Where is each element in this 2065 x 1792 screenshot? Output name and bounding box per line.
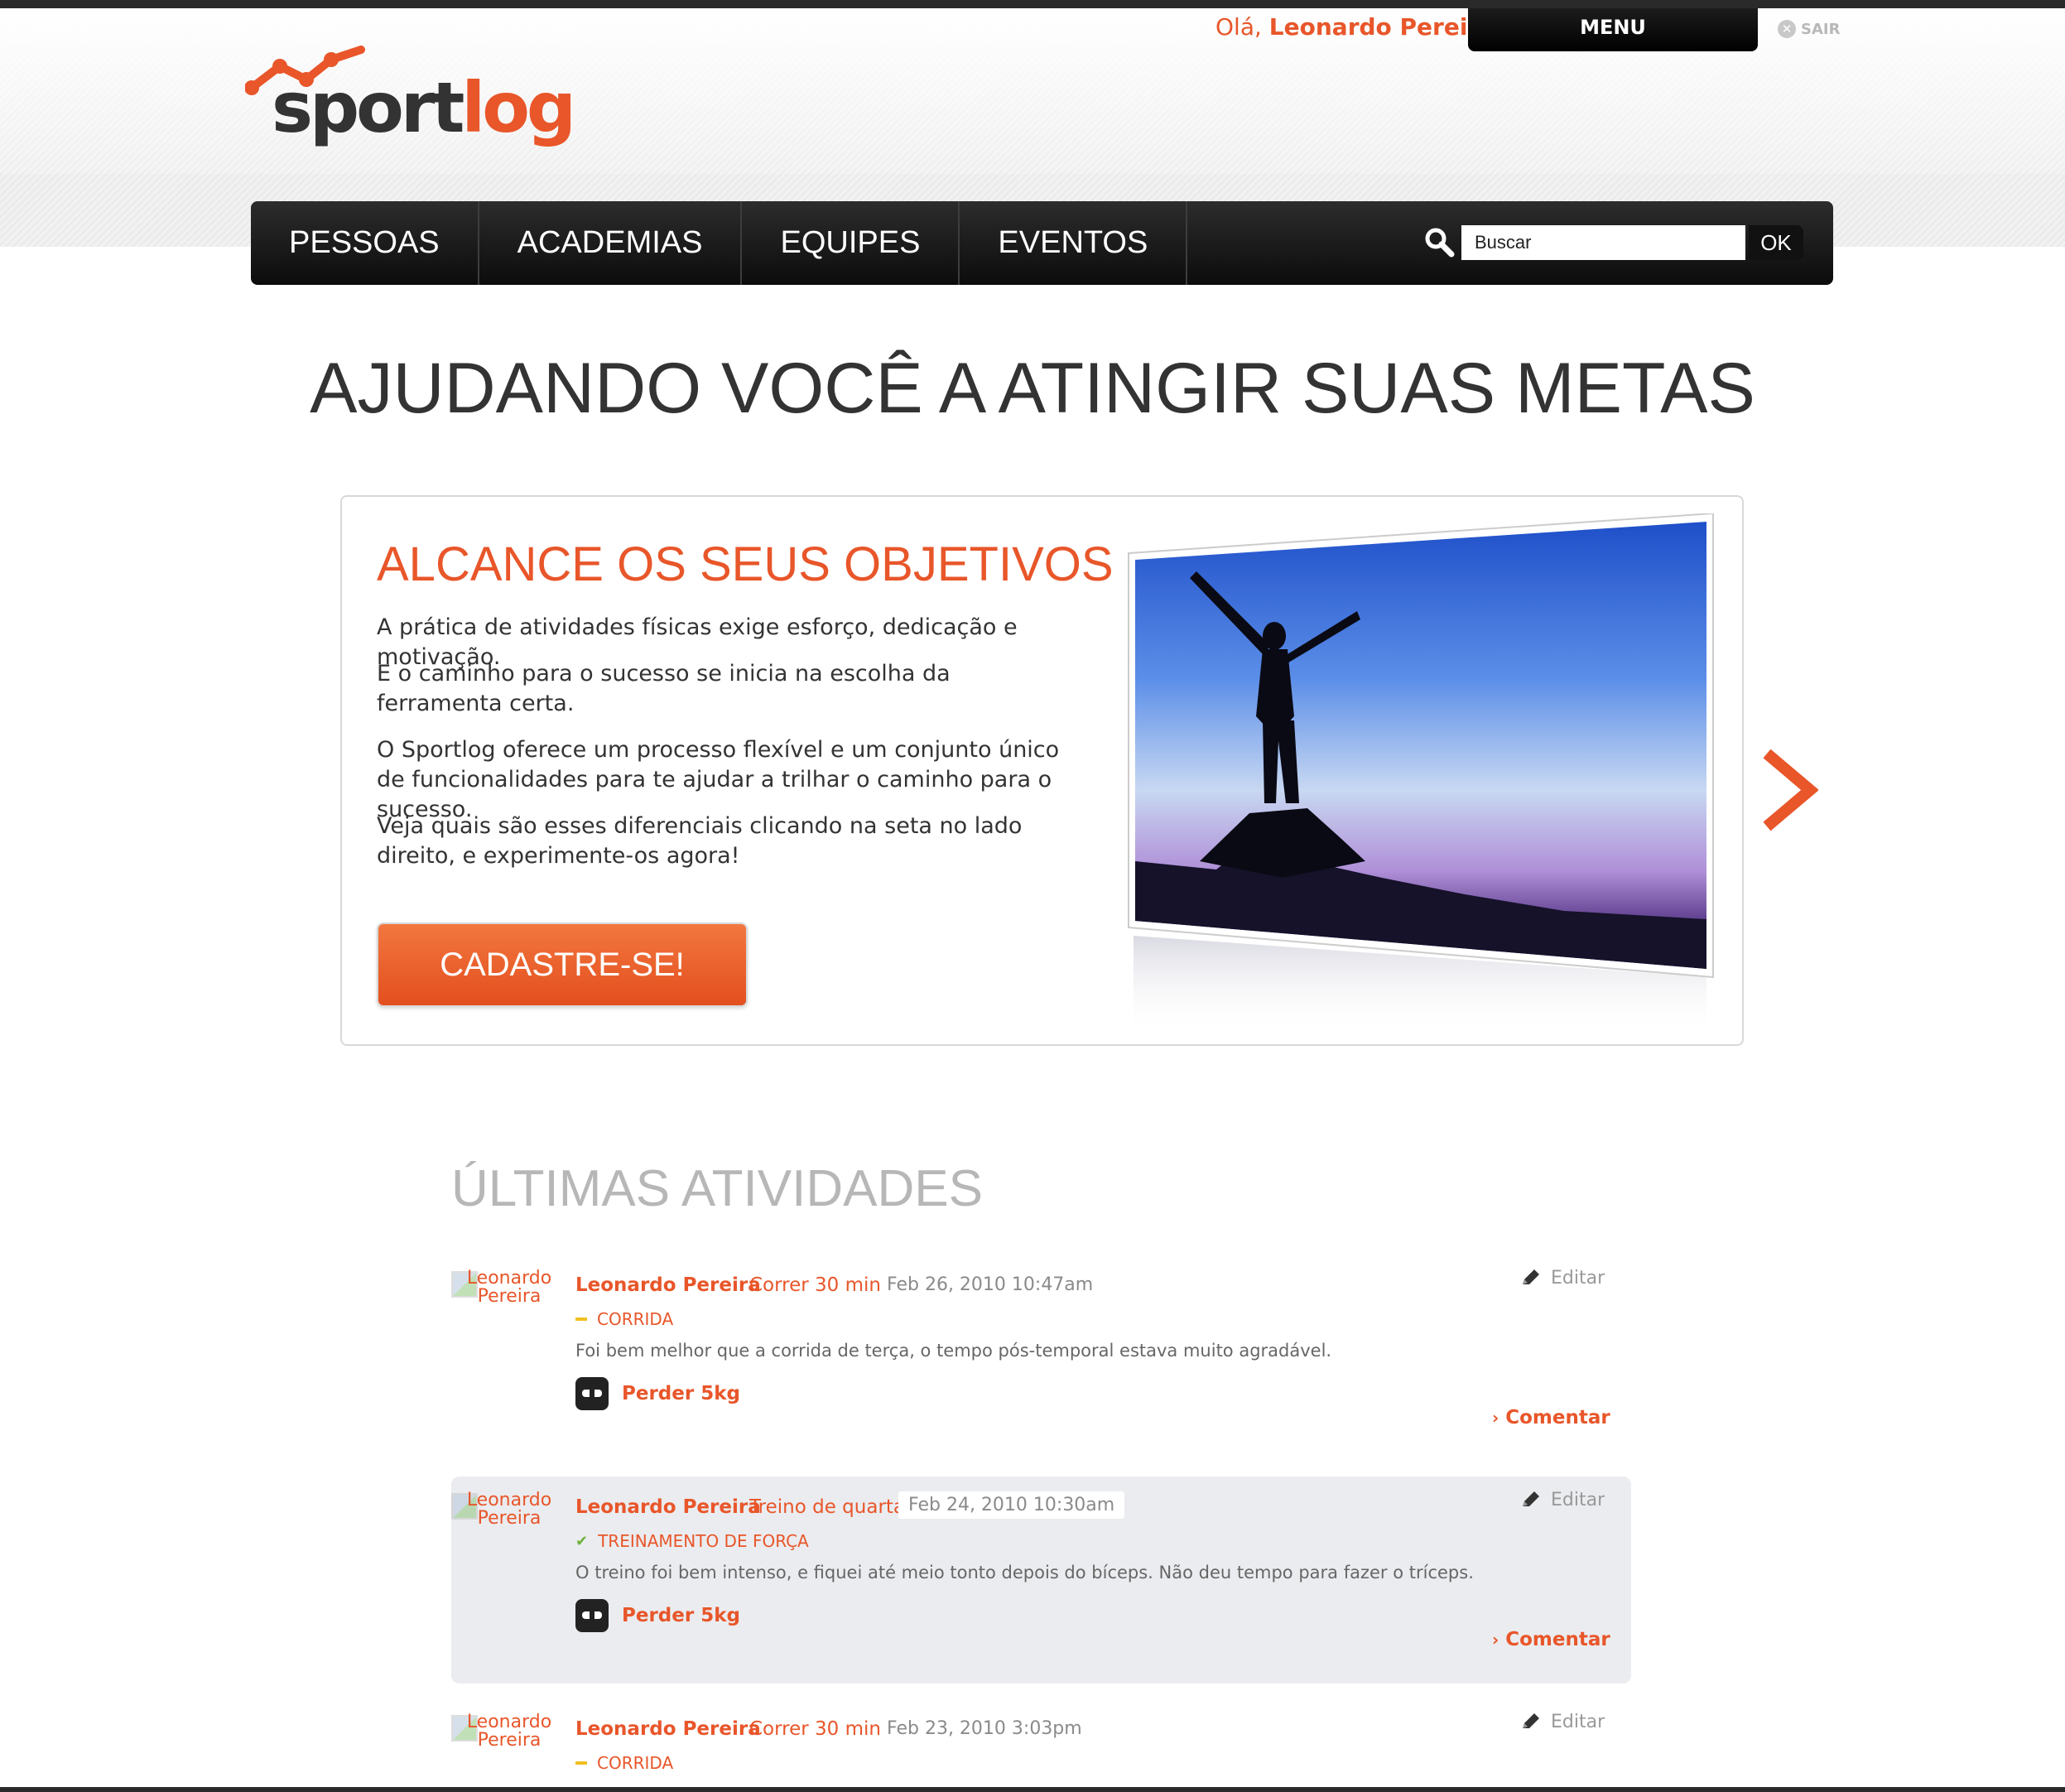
activity-title[interactable]: Correr 30 min xyxy=(749,1718,881,1740)
activity-item: Leonardo Pereira Leonardo Pereira Correr… xyxy=(451,1698,1631,1787)
menu-button[interactable]: MENU xyxy=(1468,8,1758,51)
page-headline: AJUDANDO VOCÊ A ATINGIR SUAS METAS xyxy=(310,349,1755,428)
nav-item-eventos[interactable]: EVENTOS xyxy=(960,201,1188,285)
nav-item-academias[interactable]: ACADEMIAS xyxy=(479,201,743,285)
activity-author[interactable]: Leonardo Pereira xyxy=(575,1496,761,1518)
hero-photo xyxy=(1128,513,1714,1035)
sportlog-logo[interactable]: sportlog xyxy=(245,41,576,157)
promo-paragraph: Veja quais são esses diferenciais clican… xyxy=(377,813,1023,869)
close-icon: ✕ xyxy=(1778,20,1796,38)
user-greeting: Olá, Leonardo Pereira xyxy=(1215,13,1495,41)
comment-label: Comentar xyxy=(1505,1407,1610,1428)
goal-label: Perder 5kg xyxy=(622,1605,740,1626)
activity-item: Leonardo Pereira Leonardo Pereira Correr… xyxy=(451,1255,1631,1462)
avatar-alt-text[interactable]: Leonardo Pereira xyxy=(451,1713,567,1755)
nav-item-equipes[interactable]: EQUIPES xyxy=(742,201,960,285)
activity-title[interactable]: Treino de quarta xyxy=(749,1496,905,1518)
promo-title: ALCANCE OS SEUS OBJETIVOS xyxy=(377,537,1114,591)
menu-label: MENU xyxy=(1580,16,1646,39)
activity-author[interactable]: Leonardo Pereira xyxy=(575,1718,761,1740)
avatar-alt-text[interactable]: Leonardo Pereira xyxy=(451,1491,567,1533)
logo-sport: sport xyxy=(272,67,465,148)
goal-icon xyxy=(575,1599,609,1632)
dash-icon xyxy=(575,1761,587,1765)
search-icon xyxy=(1425,228,1455,258)
bottom-border xyxy=(0,1787,2065,1792)
signup-button[interactable]: CADASTRE-SE! xyxy=(377,922,748,1007)
edit-label: Editar xyxy=(1551,1489,1605,1510)
pencil-icon xyxy=(1523,1491,1539,1506)
activity-item: Leonardo Pereira Leonardo Pereira Treino… xyxy=(451,1476,1631,1684)
pencil-icon xyxy=(1523,1713,1539,1728)
edit-label: Editar xyxy=(1551,1711,1605,1732)
avatar-alt-text[interactable]: Leonardo Pereira xyxy=(451,1269,567,1311)
search-input[interactable] xyxy=(1461,225,1745,260)
comment-label: Comentar xyxy=(1505,1629,1610,1650)
greeting-prefix: Olá, xyxy=(1215,13,1262,41)
activity-category: CORRIDA xyxy=(575,1753,673,1773)
goal-icon xyxy=(575,1377,609,1410)
top-border xyxy=(0,0,2065,8)
goal-link[interactable]: Perder 5kg xyxy=(575,1377,740,1410)
activity-author[interactable]: Leonardo Pereira xyxy=(575,1274,761,1296)
next-arrow-icon[interactable] xyxy=(1759,749,1818,831)
category-label: CORRIDA xyxy=(597,1753,674,1773)
user-name-link[interactable]: Leonardo Pereira xyxy=(1269,13,1495,41)
activity-category: ✔ TREINAMENTO DE FORÇA xyxy=(575,1531,809,1551)
section-title: ÚLTIMAS ATIVIDADES xyxy=(451,1160,983,1217)
goal-link[interactable]: Perder 5kg xyxy=(575,1599,740,1632)
promo-panel: ALCANCE OS SEUS OBJETIVOS A prática de a… xyxy=(340,495,1744,1046)
logout-button[interactable]: ✕ SAIR xyxy=(1778,20,1840,38)
activity-date: Feb 24, 2010 10:30am xyxy=(898,1491,1125,1519)
checkmark-icon: ✔ xyxy=(575,1532,589,1550)
activity-date: Feb 23, 2010 3:03pm xyxy=(887,1718,1082,1739)
comment-button[interactable]: › Comentar xyxy=(1492,1407,1610,1428)
promo-paragraph: E o caminho para o sucesso se inicia na … xyxy=(377,661,951,716)
edit-button[interactable]: Editar xyxy=(1519,1266,1605,1289)
nav-item-pessoas[interactable]: PESSOAS xyxy=(251,201,479,285)
pencil-icon xyxy=(1523,1269,1539,1284)
dash-icon xyxy=(575,1318,587,1321)
category-label: TREINAMENTO DE FORÇA xyxy=(598,1531,809,1551)
activity-description: O treino foi bem intenso, e fiquei até m… xyxy=(575,1563,1474,1582)
logo-wordmark: sportlog xyxy=(272,73,576,142)
category-label: CORRIDA xyxy=(597,1309,674,1329)
activity-title[interactable]: Correr 30 min xyxy=(749,1274,881,1296)
logo-log: log xyxy=(461,67,576,148)
activity-date: Feb 26, 2010 10:47am xyxy=(887,1274,1094,1295)
activity-category: CORRIDA xyxy=(575,1309,673,1329)
chevron-right-icon: › xyxy=(1492,1630,1499,1650)
comment-button[interactable]: › Comentar xyxy=(1492,1629,1610,1650)
logout-label: SAIR xyxy=(1801,20,1841,38)
chevron-right-icon: › xyxy=(1492,1408,1499,1428)
edit-button[interactable]: Editar xyxy=(1519,1710,1605,1733)
activity-description: Foi bem melhor que a corrida de terça, o… xyxy=(575,1341,1332,1361)
search-ok-button[interactable]: OK xyxy=(1749,225,1803,260)
goal-label: Perder 5kg xyxy=(622,1383,740,1404)
edit-button[interactable]: Editar xyxy=(1519,1488,1605,1511)
edit-label: Editar xyxy=(1551,1267,1605,1289)
